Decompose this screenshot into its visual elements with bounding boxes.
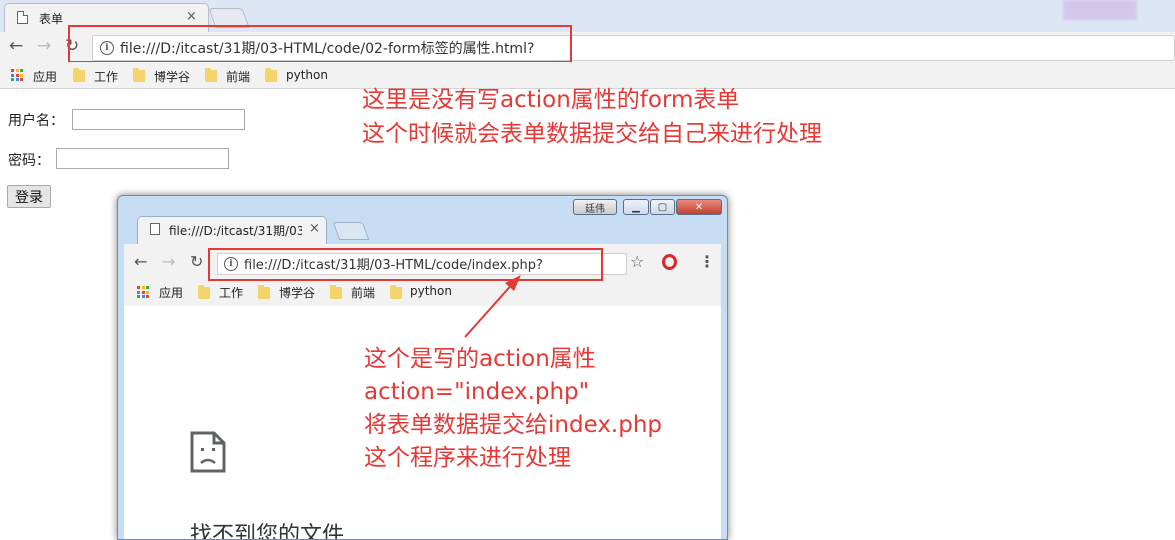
annotation-line: 将表单数据提交给index.php (364, 412, 663, 438)
folder-icon (133, 68, 145, 82)
star-icon[interactable]: ☆ (630, 252, 644, 271)
annotation-bottom: 这个是写的action属性 action="index.php" 将表单数据提交… (364, 343, 662, 475)
annotation-line: 这里是没有写action属性的form表单 (362, 87, 740, 113)
menu-dots-icon[interactable]: ⋮ (699, 252, 715, 271)
username-input[interactable] (72, 109, 245, 130)
url-highlight-box (208, 248, 603, 281)
username-label: 用户名： (8, 113, 64, 129)
bookmark-boxuegu[interactable]: 博学谷 (154, 68, 190, 85)
folder-icon (390, 285, 402, 299)
tab-close-icon[interactable]: × (186, 9, 197, 24)
folder-icon (73, 68, 85, 82)
annotation-line: 这个时候就会表单数据提交给自己来进行处理 (362, 121, 822, 147)
annotation-line: 这个是写的action属性 (364, 346, 596, 372)
apps-icon (137, 286, 149, 298)
maximize-icon[interactable]: ▢ (650, 199, 675, 215)
login-button[interactable]: 登录 (7, 185, 51, 208)
bookmark-work[interactable]: 工作 (219, 284, 243, 301)
inner-tab-title: file:///D:/itcast/31期/03 (169, 224, 302, 238)
annotation-line: 这个程序来进行处理 (364, 445, 571, 471)
url-highlight-box (68, 25, 572, 63)
close-window-icon[interactable]: ✕ (676, 199, 722, 215)
bookmark-python[interactable]: python (286, 68, 328, 82)
profile-badge[interactable]: 廷伟 (573, 199, 617, 215)
password-label: 密码： (8, 153, 50, 169)
bookmark-python[interactable]: python (410, 284, 452, 298)
bookmark-apps[interactable]: 应用 (33, 68, 57, 85)
folder-icon (330, 285, 342, 299)
bookmark-work[interactable]: 工作 (94, 68, 118, 85)
opera-icon[interactable] (662, 254, 677, 270)
tab-title: 表单 (39, 12, 64, 26)
annotation-top: 这里是没有写action属性的form表单 这个时候就会表单数据提交给自己来进行… (362, 83, 822, 151)
folder-icon (198, 285, 210, 299)
bookmark-boxuegu[interactable]: 博学谷 (279, 284, 315, 301)
forward-arrow-icon[interactable]: → (37, 36, 51, 56)
blurred-background-element (1063, 0, 1137, 20)
document-icon (17, 11, 28, 24)
bookmark-frontend[interactable]: 前端 (351, 284, 375, 301)
inner-tab[interactable]: file:///D:/itcast/31期/03 × (137, 216, 327, 244)
folder-icon (258, 285, 270, 299)
annotation-line: action="index.php" (364, 379, 590, 405)
folder-icon (205, 68, 217, 82)
inner-tab-close-icon[interactable]: × (309, 221, 320, 236)
reload-icon[interactable]: ↻ (190, 252, 203, 271)
back-arrow-icon[interactable]: ← (9, 36, 23, 56)
sad-file-icon (190, 431, 226, 473)
bookmark-apps[interactable]: 应用 (159, 284, 183, 301)
back-arrow-icon[interactable]: ← (134, 252, 147, 271)
inner-new-tab-button[interactable] (332, 222, 370, 240)
apps-icon (11, 69, 23, 81)
password-input[interactable] (56, 148, 229, 169)
folder-icon (265, 68, 277, 82)
error-title: 找不到您的文件 (190, 523, 345, 540)
forward-arrow-icon[interactable]: → (162, 252, 175, 271)
minimize-icon[interactable]: ▁ (623, 199, 649, 215)
bookmark-frontend[interactable]: 前端 (226, 68, 250, 85)
document-icon (150, 223, 160, 235)
